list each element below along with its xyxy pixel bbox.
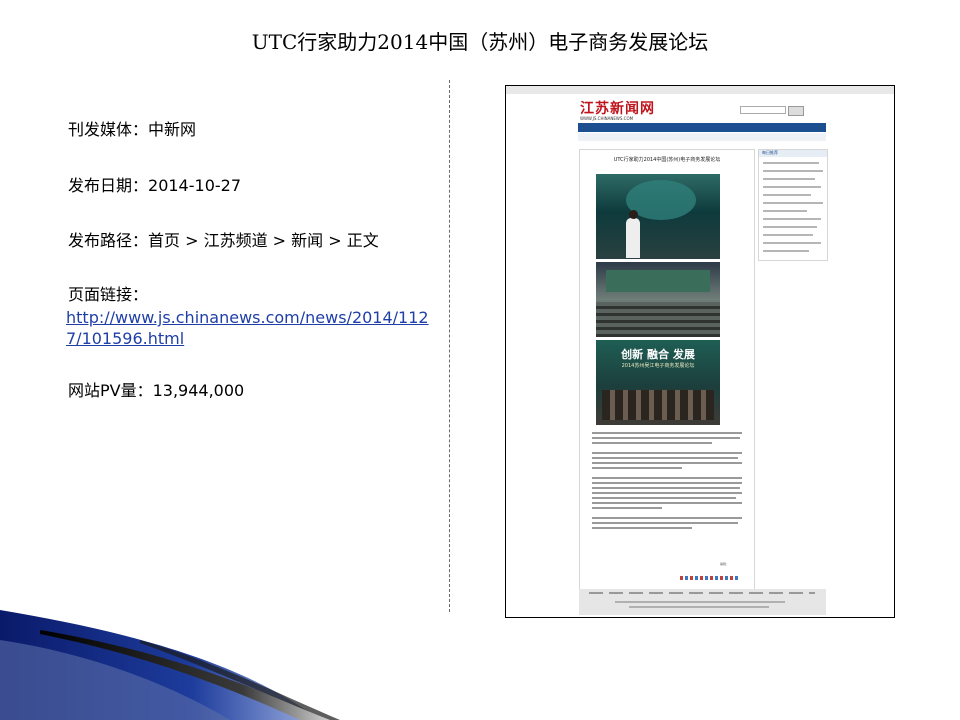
site-search-input	[740, 106, 786, 114]
share-icons	[680, 576, 740, 580]
browser-top-strip	[506, 86, 894, 94]
pv-value: 13,944,000	[152, 381, 245, 400]
path-row: 发布路径：首页 > 江苏频道 > 新闻 > 正文	[68, 231, 379, 251]
sidebar-header: 每日推荐	[759, 150, 827, 157]
photo-audience	[596, 262, 720, 337]
media-row: 刊发媒体：中新网	[68, 120, 196, 140]
speaker-head	[629, 210, 638, 219]
pv-label: 网站PV量：	[68, 381, 153, 400]
media-label: 刊发媒体：	[68, 120, 149, 139]
audience-rows	[596, 302, 720, 337]
date-label: 发布日期：	[68, 176, 149, 195]
article-body-text	[592, 432, 742, 532]
site-sub-nav	[578, 133, 826, 141]
pv-row: 网站PV量：13,944,000	[68, 381, 244, 401]
vertical-divider	[449, 80, 450, 612]
forum-banner-text: 创新 融合 发展	[621, 348, 695, 361]
site-logo-url: WWW.JS.CHINANEWS.COM	[580, 116, 634, 121]
link-label: 页面链接：	[68, 285, 149, 304]
site-nav-bar	[578, 123, 826, 132]
sidebar-recommend: 每日推荐	[758, 149, 828, 261]
article-panel: UTC行家助力2014中国(苏州)电子商务发展论坛 创新 融合 发展 2014苏…	[579, 149, 755, 591]
photo-speaker	[596, 174, 720, 259]
site-search-button	[788, 106, 804, 116]
article-editor: 编辑：	[720, 562, 730, 566]
panel-guests	[602, 390, 714, 420]
photo-panel: 创新 融合 发展 2014苏州吴江电子商务发展论坛	[596, 340, 720, 425]
date-row: 发布日期：2014-10-27	[68, 176, 241, 196]
path-value: 首页 > 江苏频道 > 新闻 > 正文	[148, 231, 379, 250]
article-title: UTC行家助力2014中国(苏州)电子商务发展论坛	[613, 157, 721, 163]
site-logo: 江苏新闻网	[580, 101, 655, 117]
webpage-screenshot: 江苏新闻网 WWW.JS.CHINANEWS.COM UTC行家助力2014中国…	[505, 85, 895, 618]
forum-banner-subtitle: 2014苏州吴江电子商务发展论坛	[621, 363, 695, 369]
speaker-figure	[626, 218, 640, 258]
path-label: 发布路径：	[68, 231, 149, 250]
stage-backdrop	[606, 270, 710, 292]
media-value: 中新网	[148, 120, 197, 139]
article-link[interactable]: http://www.js.chinanews.com/news/2014/11…	[66, 307, 436, 349]
slide-title: UTC行家助力2014中国（苏州）电子商务发展论坛	[251, 30, 709, 54]
decorative-swoosh	[0, 610, 340, 720]
date-value: 2014-10-27	[148, 176, 241, 195]
link-row: 页面链接：	[68, 285, 148, 305]
